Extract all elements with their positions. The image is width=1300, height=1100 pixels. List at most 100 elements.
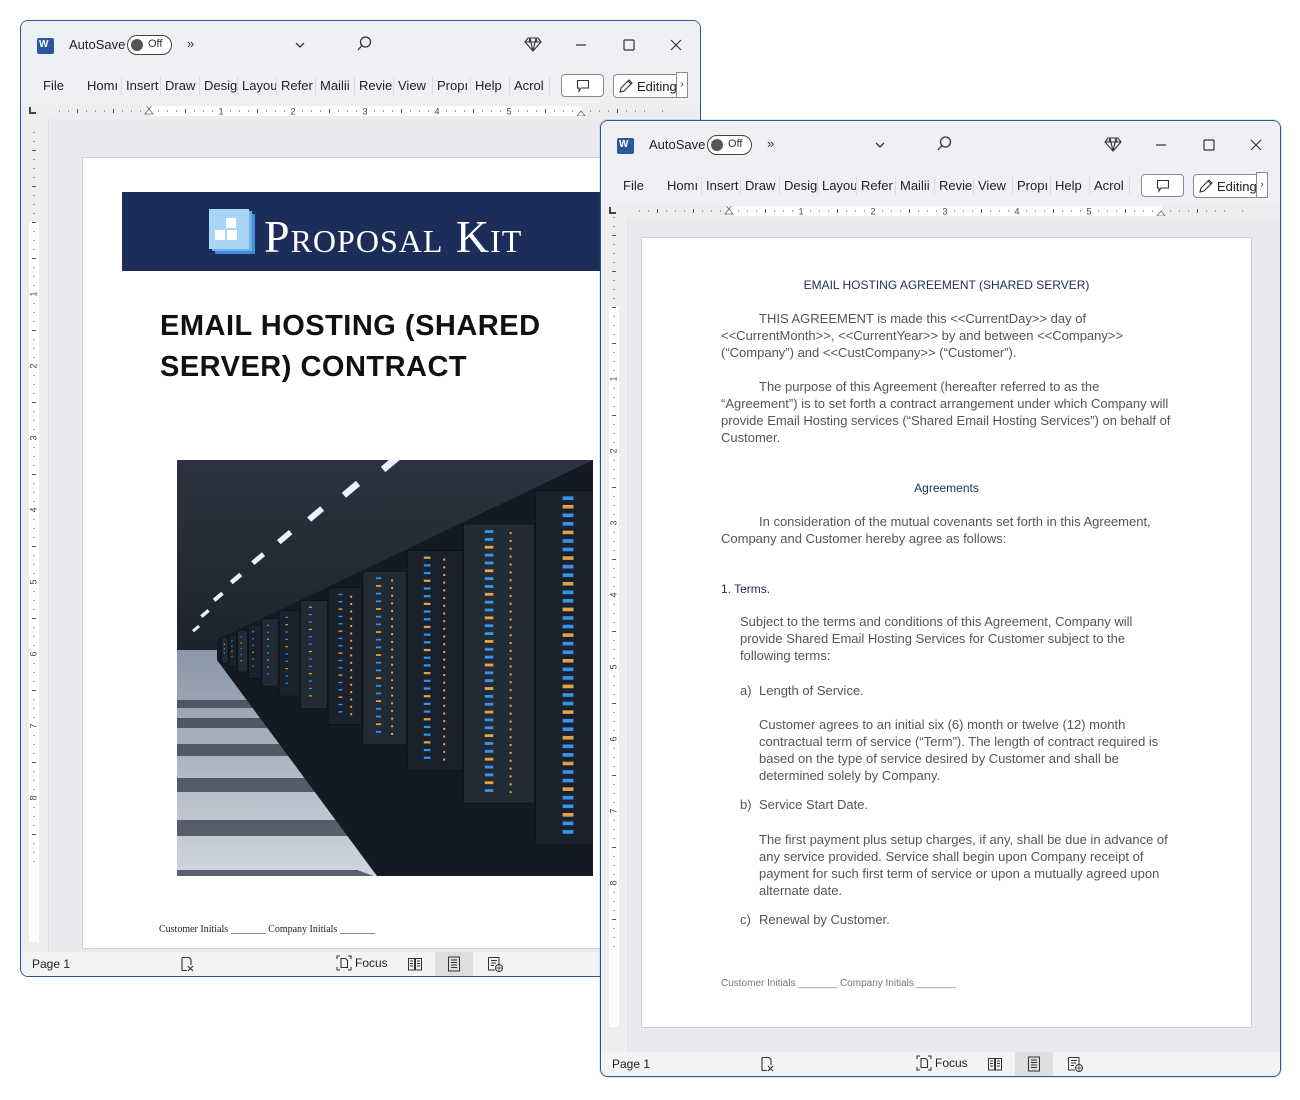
vertical-ruler[interactable]: 1 2 3 4 5 6 7 8 <box>21 119 49 952</box>
ruler-tick <box>747 210 748 212</box>
agreements-heading: Agreements <box>914 481 979 495</box>
rack-led <box>423 571 431 575</box>
tab-selector-icon[interactable] <box>609 207 616 214</box>
rack-led <box>484 553 494 557</box>
print-layout-button[interactable] <box>435 952 473 976</box>
ruler-tick <box>356 110 357 112</box>
rack-led <box>562 564 574 569</box>
comments-button[interactable] <box>561 74 604 97</box>
page-number[interactable]: Page 1 <box>612 1057 650 1071</box>
tab-properties[interactable]: Propı <box>1013 177 1051 195</box>
ruler-tick <box>185 109 186 113</box>
ruler-tick <box>167 110 168 112</box>
horizontal-ruler[interactable]: 1 2 3 4 5 <box>21 103 700 119</box>
document-page[interactable]: Proposal Kit EMAIL HOSTING (SHARED SERVE… <box>82 157 652 949</box>
rack-led <box>285 616 288 618</box>
search-icon[interactable] <box>935 135 953 153</box>
search-icon[interactable] <box>355 35 373 53</box>
rack-led <box>338 623 343 625</box>
rack-led <box>509 775 512 778</box>
accessibility-check-icon[interactable] <box>179 956 195 972</box>
tab-references[interactable]: Refer <box>277 77 316 95</box>
tab-insert[interactable]: Insert <box>122 77 161 95</box>
focus-mode-button[interactable]: Focus <box>916 1055 968 1071</box>
rack-led <box>375 646 382 649</box>
tab-draw[interactable]: Draw <box>741 177 780 195</box>
tab-selector-icon[interactable] <box>29 107 36 114</box>
tab-insert[interactable]: Insert <box>702 177 741 195</box>
close-button[interactable] <box>1246 135 1266 155</box>
maximize-button[interactable] <box>619 35 639 55</box>
rack-led <box>443 573 446 576</box>
server-rack <box>248 624 262 679</box>
document-canvas[interactable]: EMAIL HOSTING AGREEMENT (SHARED SERVER) … <box>630 219 1280 1052</box>
autosave-toggle[interactable]: Off <box>127 35 172 55</box>
ruler-tick <box>545 109 546 113</box>
tab-design[interactable]: Desig <box>780 177 818 195</box>
ruler-tick <box>383 110 384 112</box>
tab-design[interactable]: Desig <box>200 77 238 95</box>
read-mode-icon[interactable] <box>407 956 423 972</box>
vertical-ruler[interactable]: 1 2 3 4 5 6 7 8 <box>601 217 629 1052</box>
ruler-tick <box>194 110 195 112</box>
tab-mailings[interactable]: Mailii <box>896 177 935 195</box>
focus-mode-button[interactable]: Focus <box>336 955 388 971</box>
tab-layout[interactable]: Layou <box>238 77 277 95</box>
ruler-tick <box>613 397 615 398</box>
web-layout-icon[interactable] <box>487 956 503 972</box>
tab-layout[interactable]: Layou <box>818 177 857 195</box>
diamond-icon[interactable] <box>524 35 542 53</box>
document-page[interactable]: EMAIL HOSTING AGREEMENT (SHARED SERVER) … <box>641 237 1252 1028</box>
rack-led <box>266 624 269 627</box>
ruler-tick <box>1035 210 1036 212</box>
print-layout-button[interactable] <box>1015 1052 1053 1076</box>
tab-draw[interactable]: Draw <box>161 77 200 95</box>
ruler-number: 4 <box>1014 207 1019 217</box>
close-button[interactable] <box>666 35 686 55</box>
tab-file[interactable]: File <box>613 177 663 195</box>
more-commands-button[interactable]: » <box>187 36 194 51</box>
read-mode-icon[interactable] <box>987 1056 1003 1072</box>
tab-references[interactable]: Refer <box>857 177 896 195</box>
accessibility-check-icon[interactable] <box>759 1056 775 1072</box>
comments-button[interactable] <box>1141 174 1184 197</box>
ribbon-expand-button[interactable]: › <box>676 72 688 98</box>
chevron-down-icon[interactable] <box>874 139 886 151</box>
web-layout-icon[interactable] <box>1067 1056 1083 1072</box>
tab-review[interactable]: Revie <box>355 77 394 95</box>
tab-properties[interactable]: Propı <box>433 77 471 95</box>
ruler-tick <box>936 210 937 212</box>
tab-view[interactable]: View <box>974 177 1013 195</box>
tab-acrobat[interactable]: Acrol <box>510 77 550 95</box>
consideration-paragraph: In consideration of the mutual covenants… <box>721 514 1151 546</box>
rack-led <box>443 604 446 607</box>
minimize-button[interactable] <box>1151 135 1171 155</box>
server-rack <box>237 629 248 673</box>
diamond-icon[interactable] <box>1104 135 1122 153</box>
minimize-button[interactable] <box>571 35 591 55</box>
tab-help[interactable]: Help <box>471 77 510 95</box>
ruler-tick <box>613 316 615 317</box>
maximize-button[interactable] <box>1199 135 1219 155</box>
ruler-tick <box>613 469 615 470</box>
tab-view[interactable]: View <box>394 77 433 95</box>
more-commands-button[interactable]: » <box>767 136 774 151</box>
horizontal-ruler[interactable]: 1 2 3 4 5 <box>601 203 1280 219</box>
tab-help[interactable]: Help <box>1051 177 1090 195</box>
chevron-down-icon[interactable] <box>294 39 306 51</box>
tab-file[interactable]: File <box>33 77 83 95</box>
page-number[interactable]: Page 1 <box>32 957 70 971</box>
ruler-tick <box>1080 210 1081 212</box>
rack-led <box>562 795 574 800</box>
rack-led <box>509 712 512 715</box>
tab-review[interactable]: Revie <box>935 177 974 195</box>
rack-led <box>350 603 353 606</box>
tab-mailings[interactable]: Mailii <box>316 77 355 95</box>
tab-home[interactable]: Homı <box>83 77 122 95</box>
tab-acrobat[interactable]: Acrol <box>1090 177 1130 195</box>
ribbon-expand-button[interactable]: › <box>1256 172 1268 198</box>
autosave-toggle[interactable]: Off <box>707 135 752 155</box>
rack-led <box>285 653 288 655</box>
ruler-tick <box>1044 210 1045 212</box>
tab-home[interactable]: Homı <box>663 177 702 195</box>
